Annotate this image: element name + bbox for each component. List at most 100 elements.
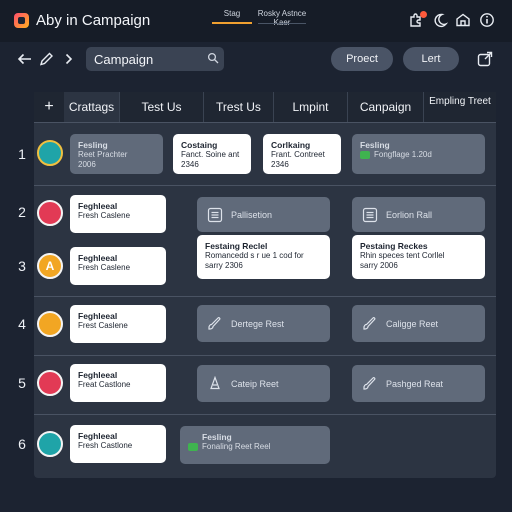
action-card[interactable]: Cateip Reet: [197, 365, 330, 402]
contact-card[interactable]: Feghleeal Freat Castlone: [70, 364, 166, 402]
card-subtitle: Fresh Caslene: [78, 263, 131, 272]
tab-test-us[interactable]: Test Us: [120, 92, 204, 122]
status-card[interactable]: Fesling Fonaling Reet Reel: [180, 426, 330, 464]
row-number: 5: [18, 375, 26, 391]
card-date: 2006: [78, 160, 96, 169]
contact-card[interactable]: Feghleeal Frest Caslene: [70, 305, 166, 343]
card-title: Festaing Reclel: [205, 241, 268, 251]
bottle-icon: [360, 150, 370, 159]
tab-lmpint[interactable]: Lmpint: [274, 92, 348, 122]
action-card[interactable]: Eorlion Rall: [352, 197, 485, 232]
campaign-card[interactable]: Fesling Fongflage 1.20d: [352, 134, 485, 174]
row-divider: [34, 414, 496, 415]
row-avatar[interactable]: [37, 200, 63, 226]
action-card[interactable]: Caligge Reet: [352, 305, 485, 342]
search-box: [86, 47, 224, 71]
action-card[interactable]: Pallisetion: [197, 197, 330, 232]
brush-icon: [363, 316, 376, 330]
row-divider: [34, 122, 496, 123]
action-card[interactable]: Dertege Rest: [197, 305, 330, 342]
tab-underline: [258, 23, 306, 24]
info-icon[interactable]: [479, 12, 495, 28]
detail-card[interactable]: Pestaing Reckes Rhin speces tent Corllel…: [352, 235, 485, 279]
row-number: 1: [18, 146, 26, 162]
card-title: Feghleeal: [78, 431, 118, 441]
card-date: 2346: [271, 160, 289, 169]
row-number: 2: [18, 204, 26, 220]
action-label: Cateip Reet: [231, 378, 279, 389]
card-title: Fesling: [78, 140, 108, 150]
pen-icon: [210, 375, 220, 389]
card-date: sarry 2306: [205, 261, 243, 270]
export-icon[interactable]: [476, 50, 494, 68]
card-title: Costaing: [181, 140, 218, 150]
notification-badge: [420, 11, 427, 18]
tab-canpaign[interactable]: Canpaign: [348, 92, 424, 122]
search-icon[interactable]: [207, 52, 219, 64]
moon-icon[interactable]: [432, 12, 448, 28]
campaign-card[interactable]: Costaing Fanct. Soine ant 2346: [173, 134, 251, 174]
card-title: Fesling: [360, 140, 390, 150]
card-title: Pestaing Reckes: [360, 241, 428, 251]
card-title: Fesling: [202, 432, 232, 442]
card-subtitle: Rhin speces tent Corllel: [360, 251, 445, 260]
row-number: 3: [18, 258, 26, 274]
card-subtitle: Fongflage 1.20d: [360, 150, 477, 160]
card-title: Feghleeal: [78, 201, 118, 211]
row-avatar[interactable]: A: [37, 253, 63, 279]
row-avatar[interactable]: [37, 431, 63, 457]
row-number: 4: [18, 316, 26, 332]
row-divider: [34, 296, 496, 297]
forward-arrow-icon[interactable]: [60, 50, 78, 68]
plus-icon[interactable]: +: [34, 92, 64, 122]
contact-card[interactable]: Feghleeal Fresh Castlone: [70, 425, 166, 463]
campaign-card[interactable]: Fesling Reet Prachter 2006: [70, 134, 163, 174]
bottle-icon: [188, 442, 198, 451]
contact-card[interactable]: Feghleeal Fresh Caslene: [70, 247, 166, 285]
row-divider: [34, 185, 496, 186]
row-divider: [34, 355, 496, 356]
card-subtitle: Reet Prachter: [78, 150, 128, 159]
detail-card[interactable]: Festaing Reclel Romancedd s r ue 1 cod f…: [197, 235, 330, 279]
card-subtitle: Fanct. Soine ant: [181, 150, 240, 159]
row-avatar[interactable]: [37, 370, 63, 396]
tab-empling-treet[interactable]: Empling Treet: [424, 92, 496, 122]
list-icon: [362, 207, 378, 222]
card-subtitle-text: Fonaling Reet Reel: [202, 442, 271, 451]
back-arrow-icon[interactable]: [16, 50, 34, 68]
app-logo: [14, 13, 29, 28]
campaign-card[interactable]: Corlkaing Frant. Contreet 2346: [263, 134, 341, 174]
search-input[interactable]: [94, 51, 202, 67]
edit-icon[interactable]: [38, 50, 56, 68]
tab-crattags[interactable]: Crattags: [64, 92, 120, 122]
action-label: Eorlion Rall: [386, 209, 433, 220]
action-label: Pallisetion: [231, 209, 273, 220]
card-title: Corlkaing: [271, 140, 311, 150]
project-button[interactable]: Proect: [331, 47, 393, 71]
action-card[interactable]: Pashged Reat: [352, 365, 485, 402]
card-subtitle: Romancedd s r ue 1 cod for: [205, 251, 304, 260]
card-date: 2346: [181, 160, 199, 169]
card-subtitle: Fresh Castlone: [78, 441, 133, 450]
header-tab-rosky[interactable]: Rosky Astnce Kaer: [256, 9, 308, 27]
active-tab-indicator: [212, 22, 252, 24]
brush-icon: [363, 376, 376, 390]
card-date: sarry 2006: [360, 261, 398, 270]
card-subtitle-text: Fongflage 1.20d: [374, 150, 432, 159]
left-button[interactable]: Lert: [403, 47, 459, 71]
row-avatar[interactable]: [37, 140, 63, 166]
card-subtitle: Frant. Contreet: [271, 150, 325, 159]
card-title: Feghleeal: [78, 253, 118, 263]
home-icon[interactable]: [455, 12, 471, 28]
row-avatar[interactable]: [37, 311, 63, 337]
header-tab-stag[interactable]: Stag: [212, 9, 252, 18]
action-label: Caligge Reet: [386, 318, 439, 329]
row-number: 6: [18, 436, 26, 452]
contact-card[interactable]: Feghleeal Fresh Caslene: [70, 195, 166, 233]
card-title: Feghleeal: [78, 311, 118, 321]
action-label: Dertege Rest: [231, 318, 285, 329]
card-subtitle: Freat Castlone: [78, 380, 131, 389]
card-subtitle: Fresh Caslene: [78, 211, 131, 220]
card-subtitle: Fonaling Reet Reel: [188, 442, 322, 452]
tab-trest-us[interactable]: Trest Us: [204, 92, 274, 122]
